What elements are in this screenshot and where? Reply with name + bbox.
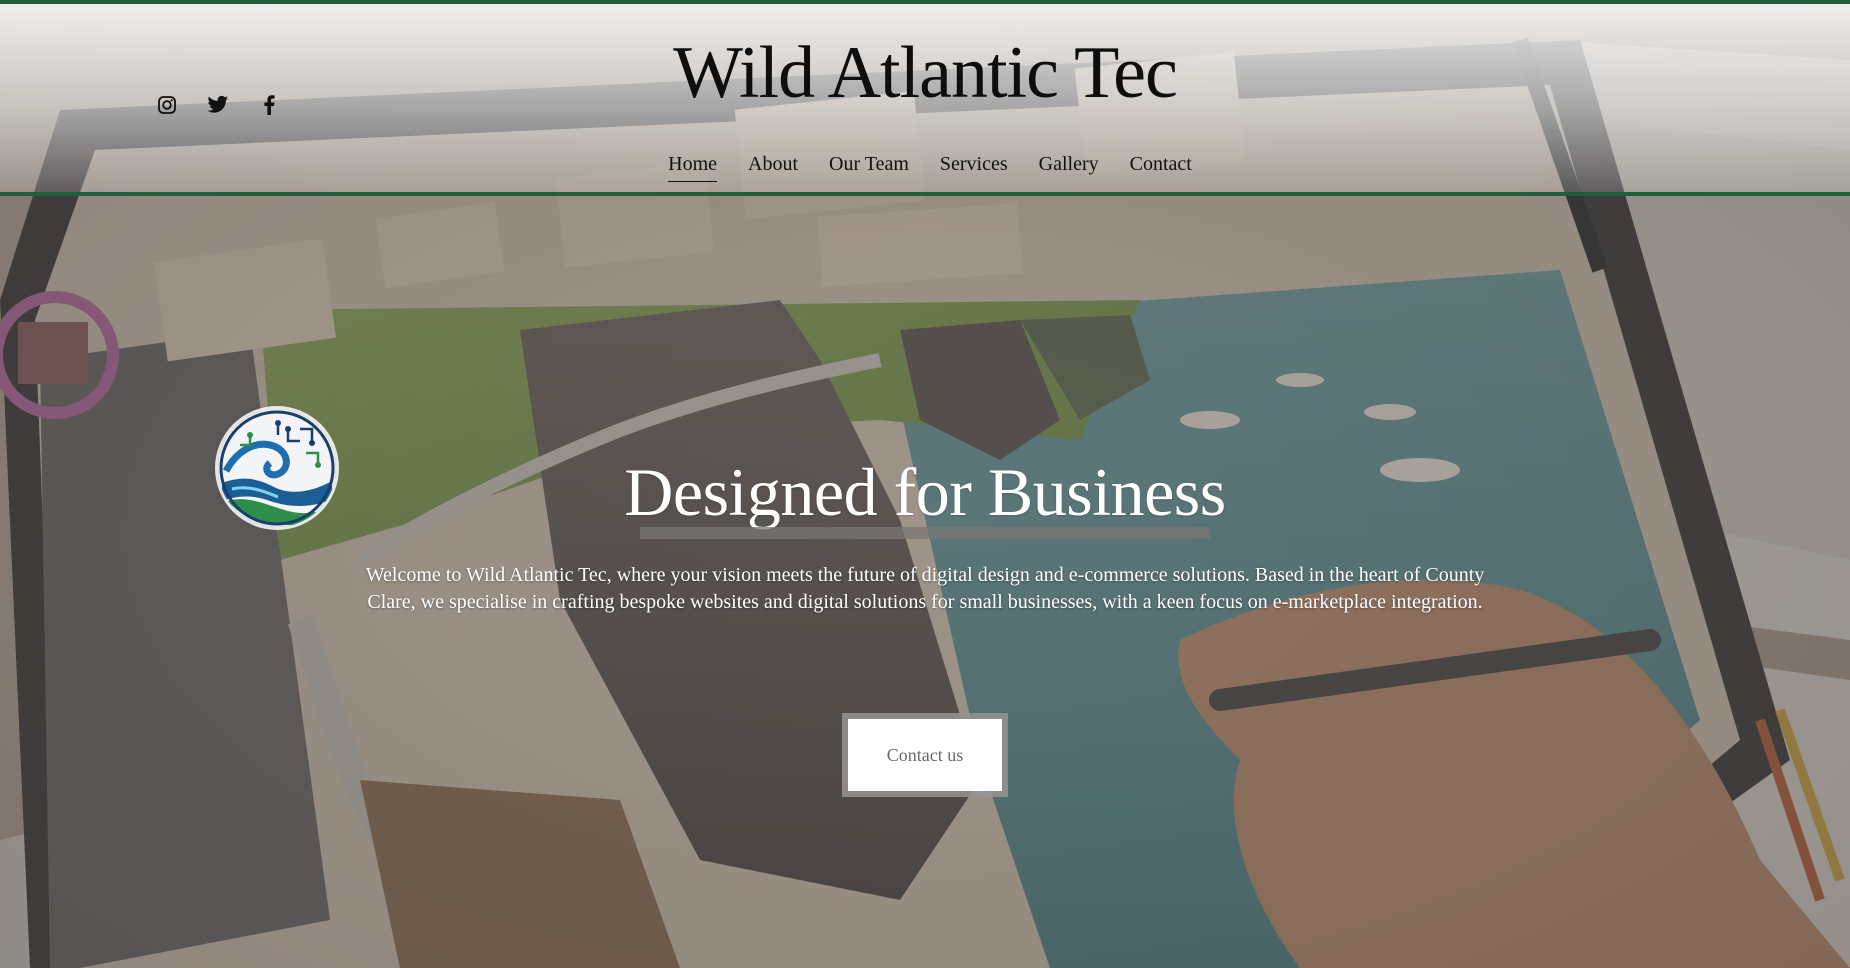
instagram-icon[interactable] <box>155 93 179 117</box>
nav-about[interactable]: About <box>748 151 798 182</box>
twitter-icon[interactable] <box>206 93 230 117</box>
hero-heading-underline <box>640 527 1210 539</box>
site-header: Wild Atlantic Tec Home About Our Team Se… <box>0 0 1850 196</box>
social-links <box>155 93 281 117</box>
nav-our-team[interactable]: Our Team <box>829 151 909 182</box>
nav-home[interactable]: Home <box>668 151 718 182</box>
nav-services[interactable]: Services <box>940 151 1008 182</box>
main-nav: Home About Our Team Services Gallery Con… <box>0 151 1850 182</box>
hero-heading: Designed for Business <box>624 454 1226 530</box>
hero-intro-text: Welcome to Wild Atlantic Tec, where your… <box>365 564 1485 613</box>
nav-contact[interactable]: Contact <box>1130 151 1192 182</box>
facebook-icon[interactable] <box>257 93 281 117</box>
nav-gallery[interactable]: Gallery <box>1039 151 1099 182</box>
contact-us-button-frame: Contact us <box>842 713 1008 797</box>
contact-us-button[interactable]: Contact us <box>848 719 1002 791</box>
